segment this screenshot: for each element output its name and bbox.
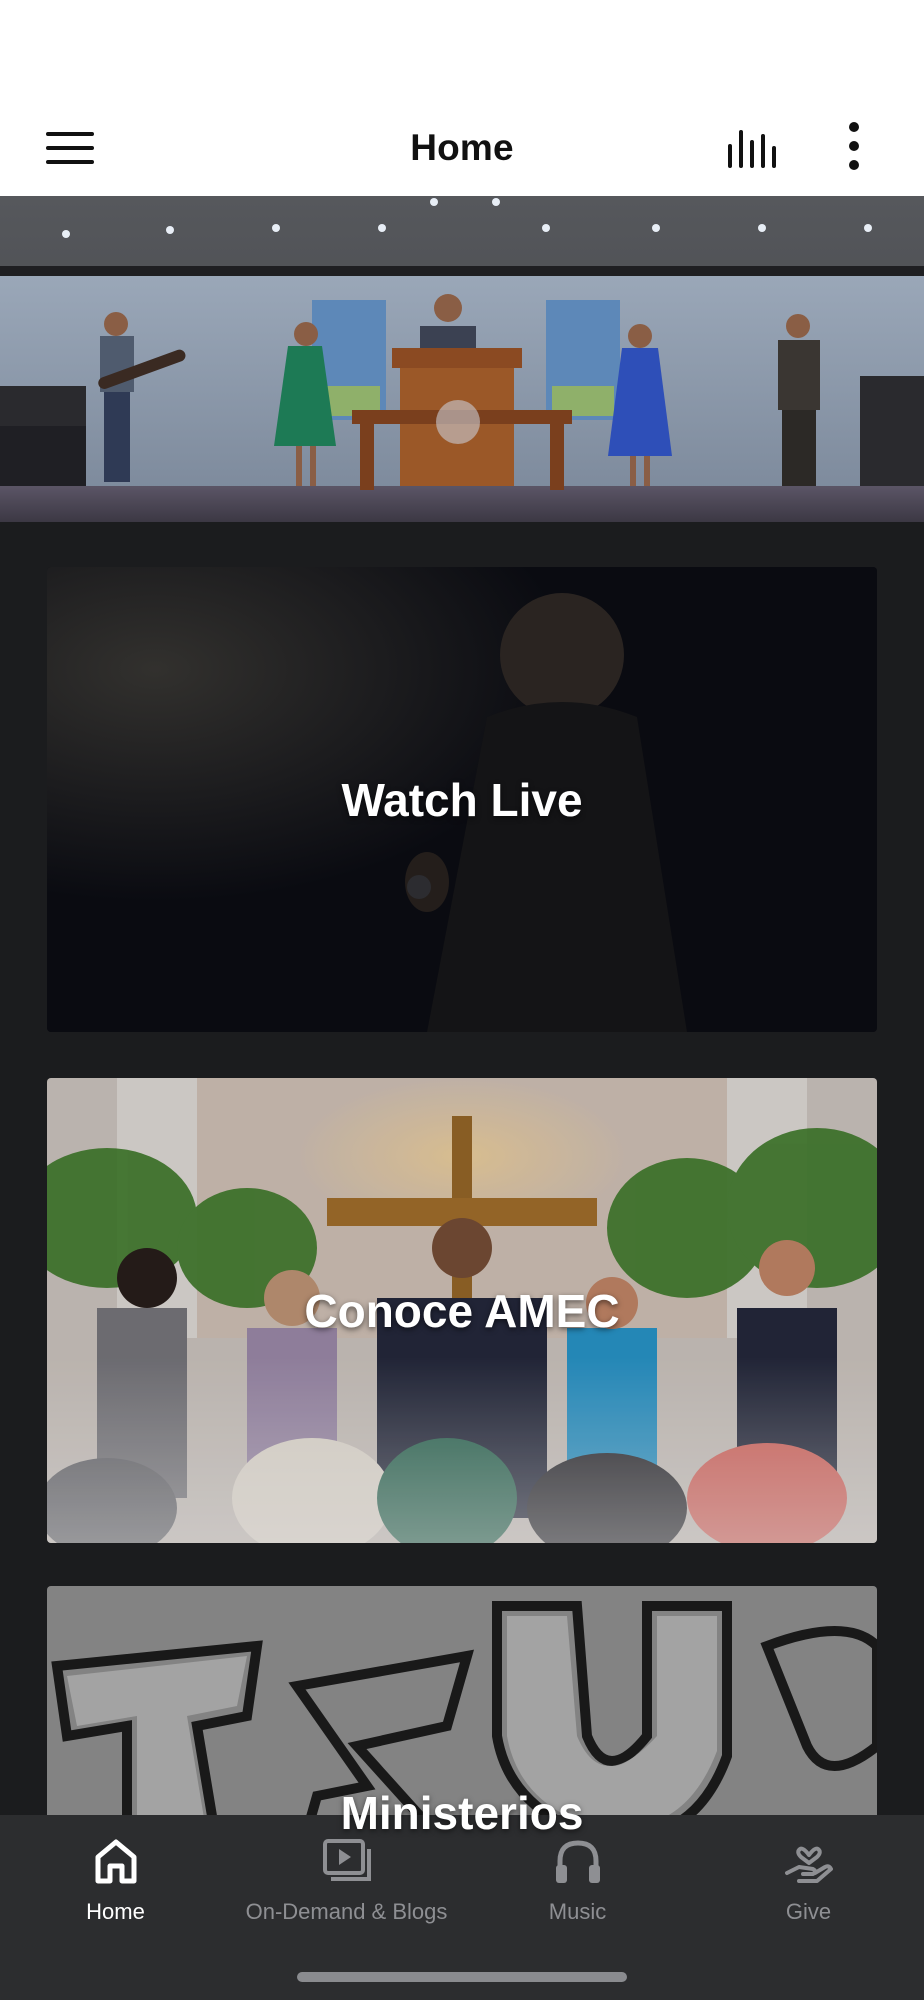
nav-label-music: Music (548, 1899, 607, 1924)
hamburger-menu-icon-line (46, 146, 94, 150)
nav-label-give: Give (785, 1899, 832, 1924)
watch-live-card[interactable]: Watch Live (47, 567, 877, 1032)
hero-banner-image (0, 196, 924, 522)
audio-bars-icon (728, 130, 776, 168)
headphones-icon (555, 1840, 600, 1883)
nav-label-on-demand: On-Demand & Blogs (245, 1899, 448, 1924)
app-header: Home (0, 100, 924, 196)
heart-hand-icon (784, 1846, 833, 1883)
nav-label-home: Home (86, 1899, 145, 1924)
home-indicator[interactable] (297, 1972, 627, 1982)
page-title: Home (410, 127, 514, 168)
hamburger-menu-icon (46, 132, 94, 136)
watch-live-title: Watch Live (341, 773, 583, 826)
conoce-amec-title: Conoce AMEC (304, 1284, 620, 1337)
nav-item-home[interactable]: Home (0, 1835, 231, 2000)
conoce-amec-card[interactable]: Conoce AMEC (47, 1078, 877, 1543)
hamburger-menu-icon-line (46, 160, 94, 164)
ministerios-title: Ministerios (340, 1787, 584, 1839)
status-bar-area (0, 0, 924, 100)
nav-item-give[interactable]: Give (693, 1835, 924, 2000)
more-options-button[interactable] (840, 122, 868, 174)
audio-button[interactable] (726, 126, 782, 170)
video-library-icon (322, 1839, 371, 1881)
vertical-dots-icon (849, 122, 859, 170)
menu-button[interactable] (44, 128, 96, 168)
home-icon (95, 1839, 136, 1884)
